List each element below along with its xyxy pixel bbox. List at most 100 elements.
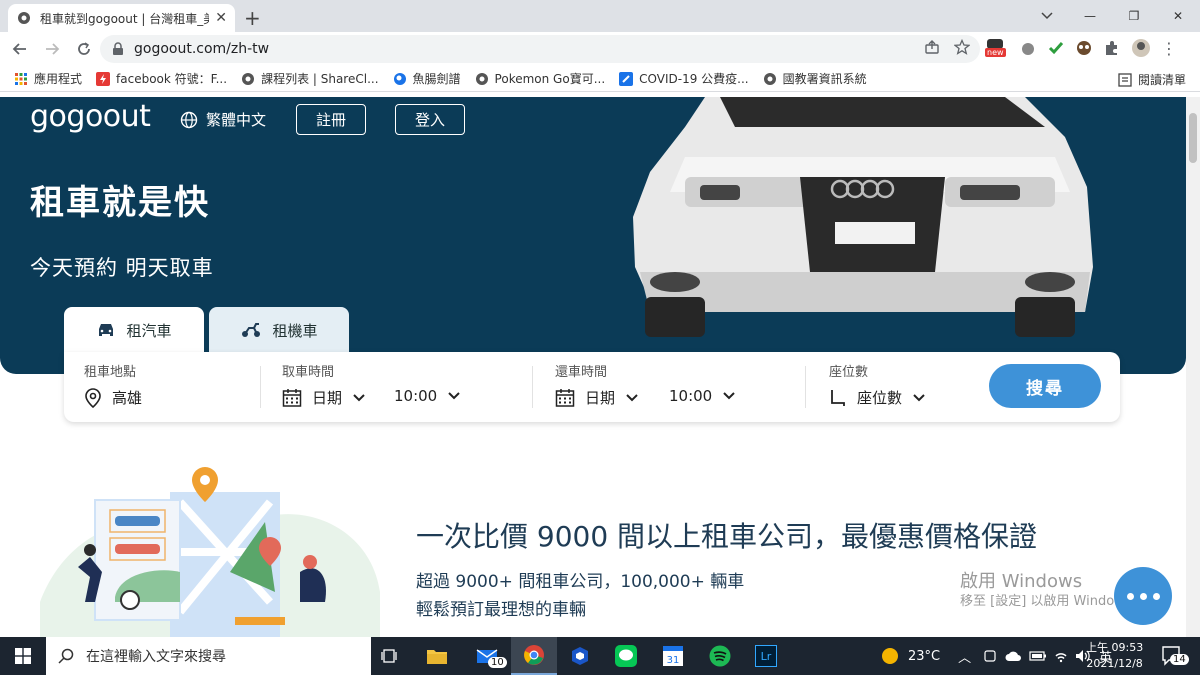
field-divider [805,366,806,408]
battery-icon[interactable] [1029,650,1047,662]
forward-button[interactable] [36,33,68,65]
promo-headline: 一次比價 9000 間以上租車公司，最優惠價格保證 [416,520,1038,553]
register-button[interactable]: 註冊 [296,104,366,135]
lightroom-icon: Lr [755,645,777,667]
line-app-icon [615,645,637,667]
notification-center-button[interactable]: 14 [1160,644,1189,670]
search-button[interactable]: 搜尋 [989,364,1101,408]
windows-logo-icon [15,648,31,664]
address-bar[interactable]: gogoout.com/zh-tw [100,35,980,63]
svg-text:31: 31 [667,655,680,666]
tab-search-chevron-icon[interactable] [1040,7,1054,26]
page-scrollbar[interactable] [1186,97,1200,637]
return-time-field: 還車時間 日期 10:00 [555,352,805,422]
location-field[interactable]: 租車地點 高雄 [84,352,264,422]
lock-icon[interactable] [112,42,124,56]
seats-select[interactable]: 座位數 [829,387,936,408]
extensions-bar: new ⋮ [985,36,1177,60]
bookmark-item[interactable]: Pokemon Go寶可... [475,70,605,87]
globe-icon [475,72,489,86]
tab-close-icon[interactable]: ✕ [215,10,227,26]
site-favicon-icon [16,10,32,26]
promo-line-1: 超過 9000+ 間租車公司，100,000+ 輛車 [416,572,745,592]
search-panel: 租車地點 高雄 取車時間 日期 10:00 還車時間 日期 10:00 座位數 … [64,352,1120,422]
extension-gray-icon[interactable] [1019,39,1037,57]
bookmarks-bar: 應用程式 facebook 符號：F... 課程列表 | ShareCl... … [0,66,1200,92]
minimize-button[interactable]: — [1068,0,1112,32]
extension-new-icon[interactable]: new [985,36,1009,60]
extensions-puzzle-icon[interactable] [1103,39,1121,57]
site-logo[interactable]: gogoout [30,99,151,134]
bookmark-item[interactable]: facebook 符號：F... [96,70,227,87]
taskbar-line[interactable] [603,637,649,675]
system-tray: 23°C ︿ 英 [880,637,1112,675]
taskbar-mail[interactable]: 10 [464,637,510,675]
scrollbar-thumb[interactable] [1189,113,1197,163]
taskbar-search-box[interactable]: 在這裡輸入文字來搜尋 [46,637,371,675]
return-time-select[interactable]: 10:00 [669,387,746,405]
price-compare-illustration [40,467,380,637]
apps-grid-icon [14,72,28,86]
task-view-button[interactable] [367,637,413,675]
restore-button[interactable]: ❐ [1112,0,1156,32]
meet-now-icon[interactable] [983,649,997,663]
taskbar-app-cube[interactable] [557,637,603,675]
weather-temp[interactable]: 23°C [908,649,940,664]
taskbar-clock[interactable]: 上午 09:53 2021/12/8 [1086,640,1143,672]
pickup-time-select[interactable]: 10:00 [394,387,471,405]
bookmark-app-icon [96,71,111,86]
bookmark-item[interactable]: 課程列表 | ShareCl... [241,70,379,87]
back-arrow-icon [12,43,26,55]
start-button[interactable] [0,637,46,675]
taskbar-chrome[interactable] [511,637,557,675]
wifi-icon[interactable] [1053,649,1069,663]
tab-rent-scooter[interactable]: 租機車 [209,307,349,353]
reload-button[interactable] [68,33,100,65]
return-label: 還車時間 [555,365,608,380]
reading-list-button[interactable]: 閱讀清單 [1118,71,1186,88]
tray-expand-chevron-icon[interactable]: ︿ [958,647,971,666]
return-date-select[interactable]: 日期 [555,387,649,408]
seat-icon [831,389,845,406]
location-value-row: 高雄 [84,387,142,408]
new-tab-button[interactable]: + [244,6,261,30]
seats-label: 座位數 [829,365,869,380]
bookmark-item[interactable]: COVID-19 公費疫... [619,70,749,87]
language-selector[interactable]: 繁體中文 [180,109,266,130]
chat-bubble-button[interactable] [1114,567,1172,625]
promo-line-2: 輕鬆預訂最理想的車輛 [416,600,586,620]
back-button[interactable] [4,33,36,65]
hero-banner: gogoout 繁體中文 註冊 登入 租車就是快 今天預約 明天取車 租汽車 租… [0,97,1186,374]
bookmark-round-icon [393,72,407,86]
onedrive-cloud-icon[interactable] [1005,650,1022,662]
extension-check-icon[interactable] [1047,39,1065,57]
pickup-date-select[interactable]: 日期 [282,387,376,408]
suv-car-image [633,97,1093,337]
browser-tab[interactable]: 租車就到gogoout | 台灣租車_美 ✕ [8,4,235,32]
tab-rent-car[interactable]: 租汽車 [64,307,204,353]
notification-count: 14 [1170,654,1189,665]
profile-avatar[interactable] [1131,38,1151,58]
seats-field[interactable]: 座位數 座位數 [829,352,969,422]
taskbar-calendar[interactable]: 31 [650,637,696,675]
login-button[interactable]: 登入 [395,104,465,135]
cube-app-icon [572,647,588,665]
forward-arrow-icon [46,43,60,55]
extension-owl-icon[interactable] [1075,39,1093,57]
weather-sun-icon[interactable] [880,646,900,666]
bookmark-item[interactable]: 魚腸劍譜 [393,70,461,87]
browser-menu-icon[interactable]: ⋮ [1161,39,1177,58]
calendar-app-icon: 31 [663,646,683,666]
map-pin-icon [85,387,101,408]
search-icon [58,648,74,664]
bookmark-item[interactable]: 國教署資訊系統 [763,70,867,87]
taskbar-file-explorer[interactable] [414,637,460,675]
close-window-button[interactable]: ✕ [1156,0,1200,32]
url-text: gogoout.com/zh-tw [134,41,270,57]
chat-dot-icon [1152,592,1160,600]
taskbar-lightroom[interactable]: Lr [743,637,789,675]
bookmark-star-icon[interactable] [954,39,970,55]
taskbar-spotify[interactable] [697,637,743,675]
share-icon[interactable] [924,39,940,55]
bookmark-item[interactable]: 應用程式 [14,70,82,87]
